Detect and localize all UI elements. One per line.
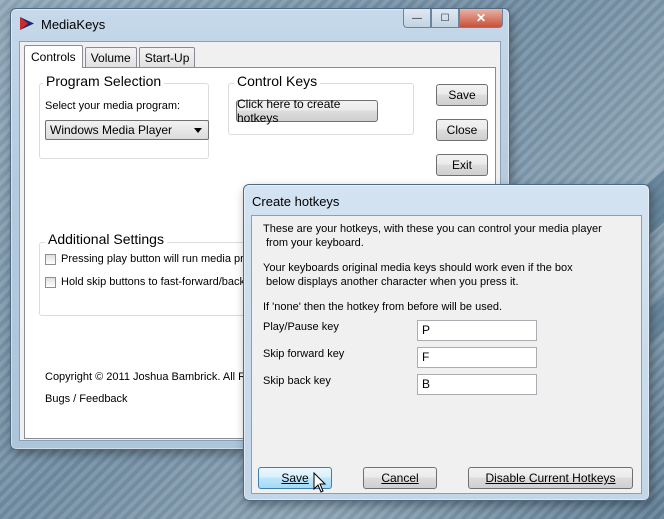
minimize-icon: — [412,12,422,24]
disable-hotkeys-button[interactable]: Disable Current Hotkeys [468,467,633,489]
checkbox[interactable] [45,253,56,265]
none-note: If 'none' then the hotkey from before wi… [263,301,503,313]
additional-settings-label: Additional Settings [45,231,167,247]
skip-back-key-field[interactable]: B [417,374,537,395]
note-text-line2: below displays another character when yo… [266,276,519,288]
control-keys-label: Control Keys [234,73,321,89]
checkbox[interactable] [45,276,56,288]
dialog-title: Create hotkeys [252,194,340,209]
tab-controls[interactable]: Controls [24,45,83,68]
media-program-value: Windows Media Player [50,123,173,137]
note-text-line1: Your keyboards original media keys shoul… [263,262,573,274]
hold-skip-option[interactable]: Hold skip buttons to fast-forward/back? [45,276,251,288]
mouse-cursor-icon [313,472,327,493]
create-hotkeys-button[interactable]: Click here to create hotkeys [236,97,378,125]
save-button[interactable]: Save [436,84,488,106]
dialog-title-bar[interactable]: Create hotkeys [244,185,649,213]
mediakeys-app-icon [20,17,34,30]
dialog-cancel-label: Cancel [381,471,419,485]
window-title: MediaKeys [41,17,106,32]
copyright-text: Copyright © 2011 Joshua Bambrick. All Ri… [45,371,261,383]
skip-forward-key-field[interactable]: F [417,347,537,368]
dialog-cancel-button[interactable]: Cancel [363,467,437,489]
tab-strip: Controls Volume Start-Up [24,45,197,68]
program-selection-label: Program Selection [43,73,165,89]
tab-start-up[interactable]: Start-Up [138,47,196,68]
title-bar[interactable]: MediaKeys — ☐ ✕ [11,9,509,37]
option-label: Hold skip buttons to fast-forward/back? [61,276,252,288]
tab-volume[interactable]: Volume [84,47,137,68]
skip-back-key-label: Skip back key [263,375,331,387]
maximize-button[interactable]: ☐ [431,9,459,28]
dialog-client-area: These are your hotkeys, with these you c… [251,215,642,494]
close-icon: ✕ [475,11,487,25]
close-button[interactable]: Close [436,119,488,141]
disable-hotkeys-label: Disable Current Hotkeys [485,471,616,485]
media-program-select[interactable]: Windows Media Player [45,120,209,140]
minimize-button[interactable]: — [403,9,431,28]
intro-text-line2: from your keyboard. [266,237,364,249]
bugs-feedback-link[interactable]: Bugs / Feedback [45,393,128,405]
create-hotkeys-dialog: Create hotkeys These are your hotkeys, w… [243,184,650,501]
skip-forward-key-label: Skip forward key [263,348,345,360]
close-window-button[interactable]: ✕ [459,9,503,28]
dialog-save-label: Save [281,471,309,485]
exit-button[interactable]: Exit [436,154,488,176]
play-pause-key-field[interactable]: P [417,320,537,341]
chevron-down-icon [194,128,202,133]
intro-text-line1: These are your hotkeys, with these you c… [263,223,602,235]
play-pause-key-label: Play/Pause key [263,321,339,333]
option-label: Pressing play button will run media prog [61,253,257,265]
run-media-program-option[interactable]: Pressing play button will run media prog [45,253,256,265]
maximize-icon: ☐ [440,12,450,24]
select-program-prompt: Select your media program: [45,100,181,112]
